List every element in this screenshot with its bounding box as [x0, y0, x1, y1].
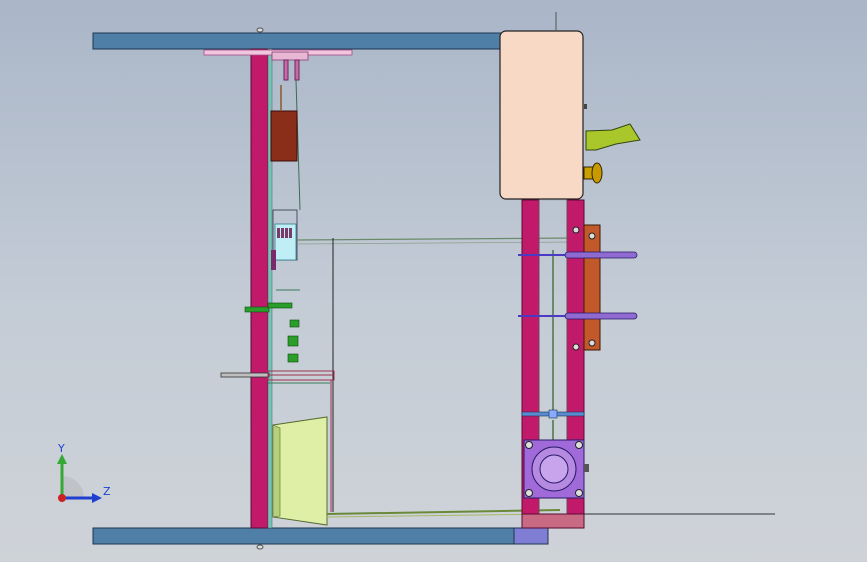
orange-bracket[interactable]: [583, 224, 601, 351]
green-clip[interactable]: [287, 353, 299, 363]
top-screw: [256, 27, 264, 33]
rod-grip-lower[interactable]: [564, 312, 638, 320]
olive-knob[interactable]: [585, 123, 641, 151]
lower-connector[interactable]: [220, 372, 270, 378]
control-box[interactable]: [499, 30, 584, 200]
sensor-pin: [277, 228, 280, 238]
motor-screw: [525, 441, 533, 449]
sensor-pin: [281, 228, 284, 238]
y-axis-head: [57, 454, 67, 464]
box-screw: [584, 104, 587, 109]
sensor-pin: [285, 228, 288, 238]
motor-screw: [575, 441, 583, 449]
left-pillar[interactable]: [250, 48, 269, 529]
green-clip[interactable]: [289, 319, 300, 328]
column-screw: [572, 226, 580, 234]
motor-screw: [575, 489, 583, 497]
motor-screw: [525, 489, 533, 497]
motor-terminal: [584, 464, 589, 472]
sensor-connector: [271, 250, 276, 270]
green-bracket[interactable]: [267, 302, 293, 309]
hopper-side: [272, 424, 281, 518]
bottom-screw: [256, 544, 264, 550]
cad-viewport[interactable]: Y Z: [0, 0, 867, 562]
yellow-button-cap[interactable]: [591, 162, 603, 184]
clamp-pin: [294, 59, 300, 81]
z-axis-head: [92, 493, 102, 503]
motor-base[interactable]: [521, 513, 585, 529]
clamp-pin: [283, 59, 289, 81]
green-clip[interactable]: [287, 335, 299, 347]
top-plate[interactable]: [92, 32, 514, 50]
rod-grip-upper[interactable]: [564, 251, 638, 259]
coordinate-triad: Y Z: [48, 440, 118, 510]
sensor-pin: [289, 228, 292, 238]
bottom-plate[interactable]: [92, 527, 518, 545]
y-axis-label: Y: [58, 442, 65, 455]
z-axis-label: Z: [103, 485, 111, 498]
triad-origin: [58, 494, 66, 502]
green-bracket[interactable]: [244, 306, 270, 313]
bottom-plate-end-block[interactable]: [513, 527, 549, 545]
top-clamp[interactable]: [271, 51, 309, 61]
brown-block[interactable]: [270, 110, 298, 162]
column-screw: [572, 343, 580, 351]
bracket-screw: [588, 232, 596, 240]
assembly-side-view[interactable]: [0, 0, 867, 562]
band-clip: [548, 409, 558, 419]
motor-shaft[interactable]: [539, 454, 569, 484]
bracket-screw: [588, 339, 596, 347]
triad-plane: [62, 476, 84, 498]
hopper[interactable]: [272, 416, 328, 526]
